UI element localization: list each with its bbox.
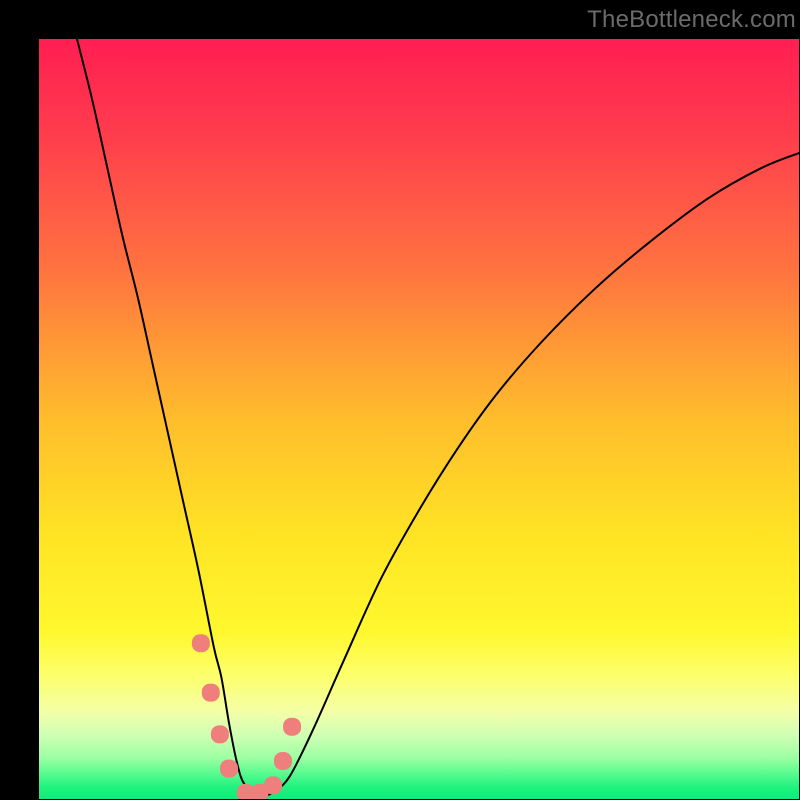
marker-point bbox=[220, 760, 238, 778]
marker-point bbox=[211, 725, 229, 743]
marker-point bbox=[202, 684, 220, 702]
marker-point bbox=[264, 776, 282, 794]
salmon-markers bbox=[192, 634, 301, 799]
watermark-label: TheBottleneck.com bbox=[587, 6, 796, 34]
marker-point bbox=[192, 634, 210, 652]
plot-area bbox=[39, 39, 799, 799]
chart-layer bbox=[39, 39, 799, 799]
bottleneck-curve bbox=[77, 39, 799, 796]
marker-point bbox=[283, 718, 301, 736]
chart-frame: TheBottleneck.com bbox=[0, 0, 800, 800]
marker-point bbox=[274, 752, 292, 770]
